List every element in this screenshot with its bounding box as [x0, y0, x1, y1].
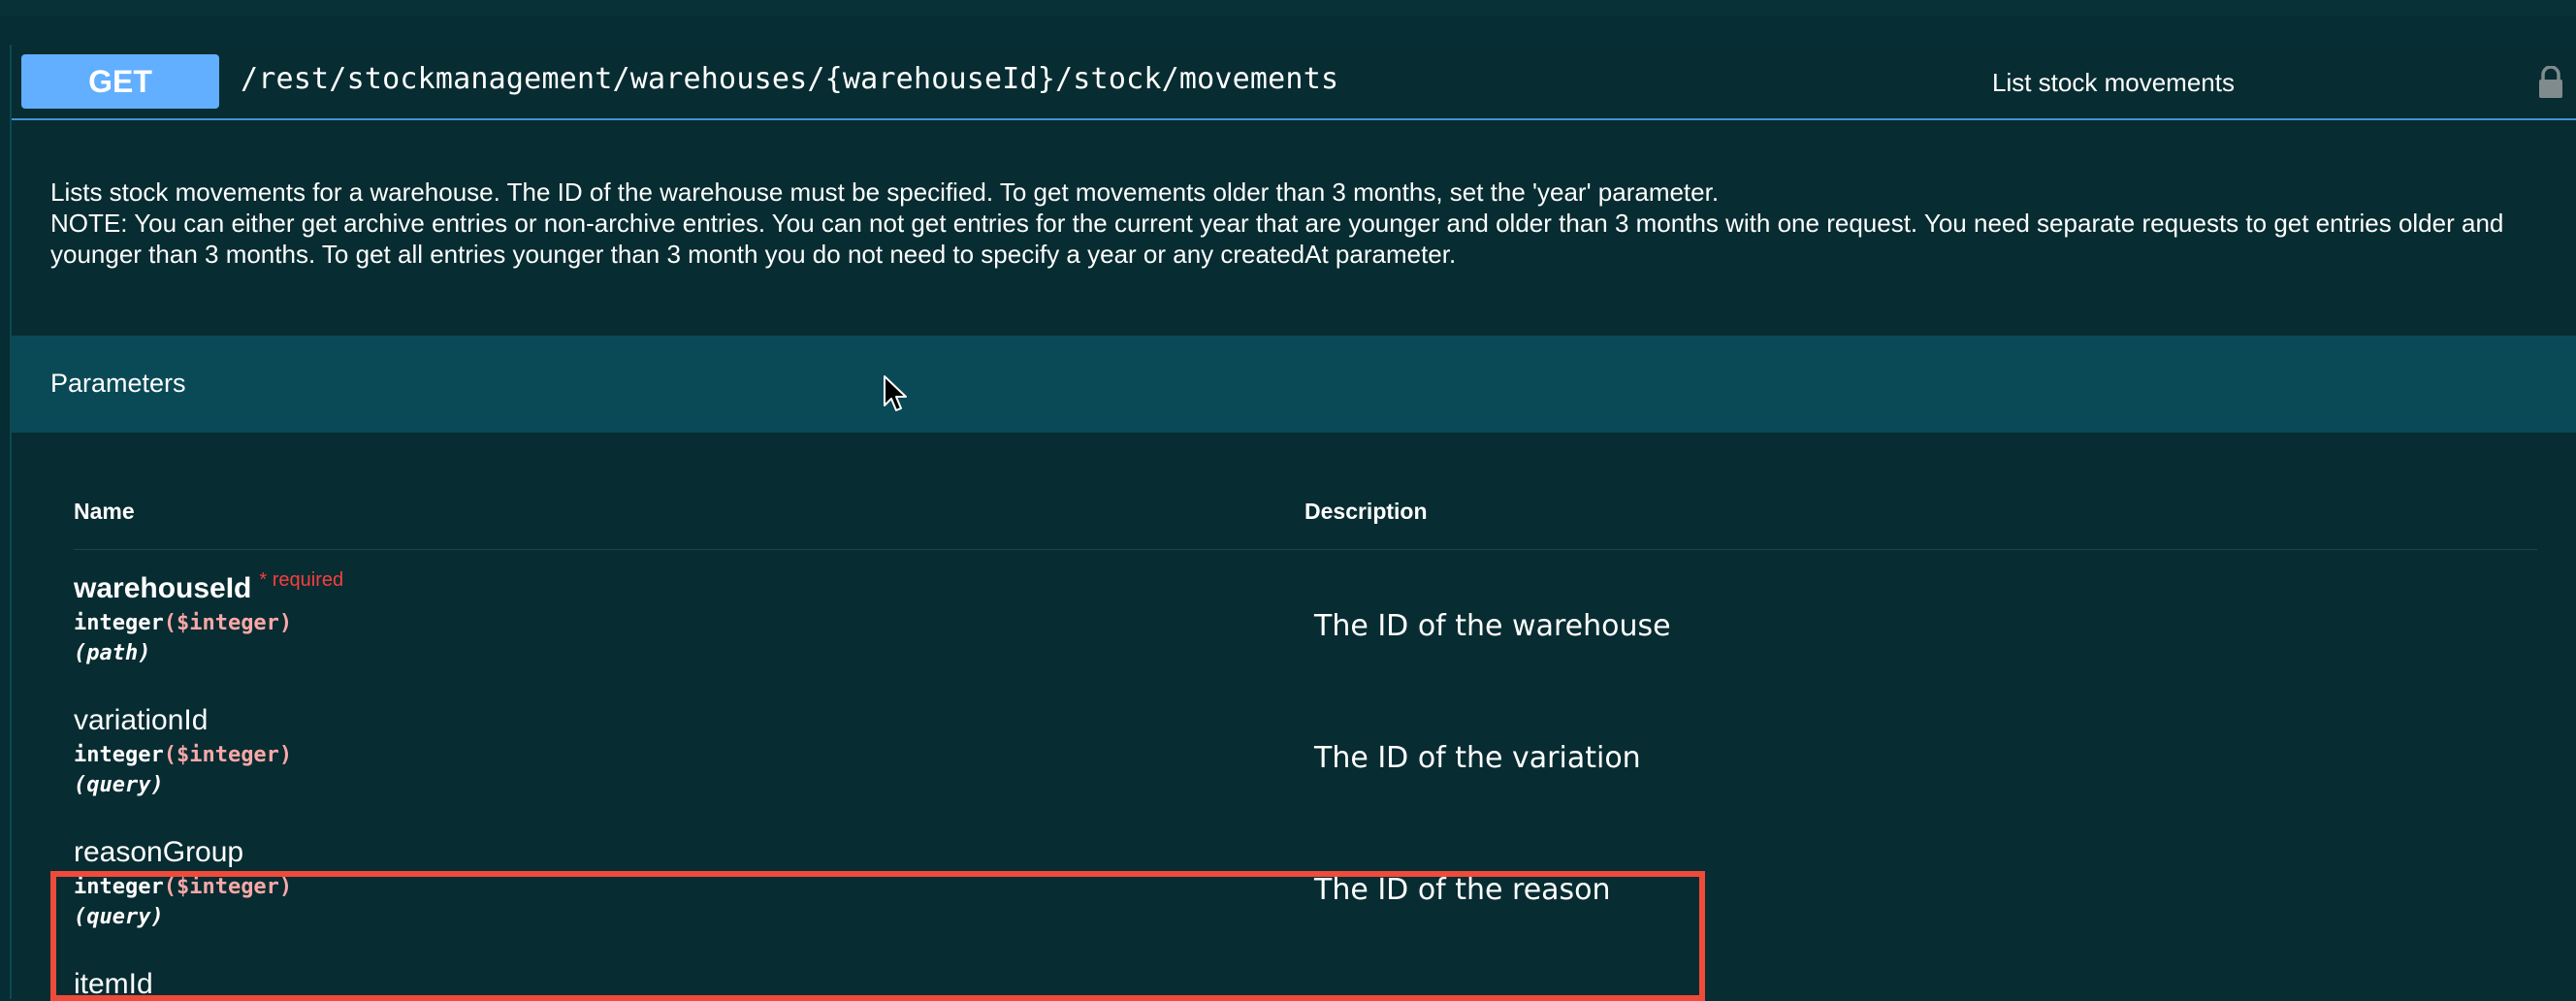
operation-path: /rest/stockmanagement/warehouses/{wareho…	[241, 62, 1339, 96]
type-text: integer	[74, 611, 164, 635]
parameter-name: reasonGroup	[74, 836, 244, 868]
operation-description: Lists stock movements for a warehouse. T…	[50, 177, 2553, 270]
parameter-type: integer($integer)	[74, 611, 1238, 635]
parameter-name: variationId	[74, 704, 209, 736]
method-badge: GET	[21, 54, 219, 109]
parameter-row: warehouseId * required integer($integer) …	[74, 569, 1238, 665]
parameter-name: warehouseId * required	[74, 569, 1238, 605]
highlight-box	[50, 871, 1705, 1001]
operation-block: GET /rest/stockmanagement/warehouses/{wa…	[10, 45, 2576, 1001]
type-format: ($integer)	[163, 611, 293, 635]
mouse-cursor-icon	[884, 375, 907, 411]
operation-summary[interactable]: GET /rest/stockmanagement/warehouses/{wa…	[12, 45, 2576, 120]
parameter-description: The ID of the warehouse	[1314, 609, 1671, 643]
top-bar	[0, 0, 2576, 16]
parameter-row: variationId integer($integer) (query)	[74, 704, 1238, 797]
required-star: *	[259, 569, 268, 591]
required-label: required	[272, 569, 344, 591]
parameters-title: Parameters	[50, 369, 186, 398]
parameter-location: (path)	[74, 641, 151, 665]
operation-summary-text: List stock movements	[1992, 68, 2235, 97]
required-marker: * required	[259, 569, 343, 591]
parameter-description: The ID of the variation	[1314, 741, 1641, 775]
parameter-location: (query)	[74, 773, 164, 797]
parameters-header: Parameters	[12, 336, 2576, 433]
column-header-name: Name	[74, 499, 135, 524]
parameter-type: integer($integer)	[74, 743, 1238, 767]
description-line: Lists stock movements for a warehouse. T…	[50, 178, 1720, 207]
type-format: ($integer)	[163, 743, 293, 767]
parameter-name-text: warehouseId	[74, 572, 252, 604]
description-note: NOTE: You can either get archive entries…	[50, 209, 2504, 269]
type-text: integer	[74, 743, 164, 767]
lock-icon[interactable]	[2537, 66, 2564, 99]
column-header-description: Description	[1304, 499, 1428, 524]
header-divider	[74, 549, 2537, 550]
